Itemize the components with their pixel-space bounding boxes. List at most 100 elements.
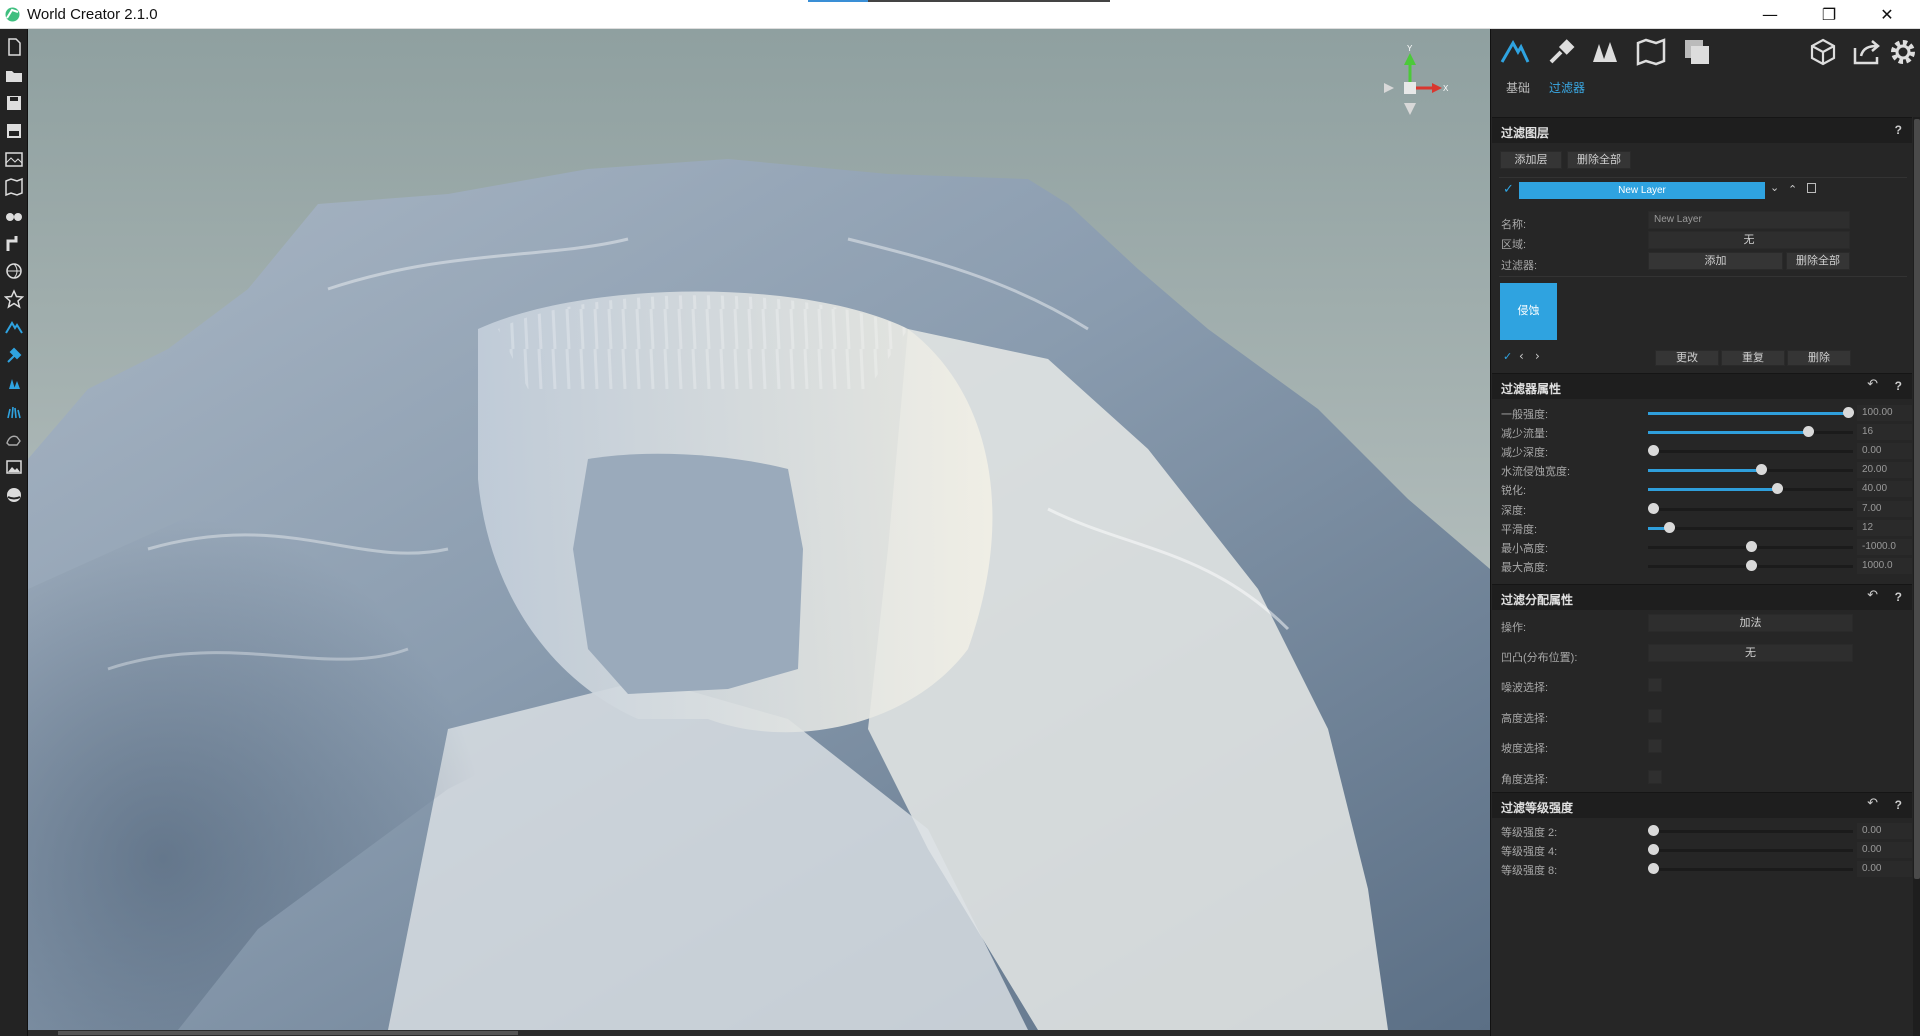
new-file-icon[interactable] xyxy=(4,37,24,57)
distribution-checkbox[interactable] xyxy=(1648,739,1662,753)
slider-knob[interactable] xyxy=(1648,863,1659,874)
vegetation-icon[interactable] xyxy=(4,373,24,393)
export-icon[interactable] xyxy=(1851,36,1883,68)
filter-property-2-value-field[interactable]: 0.00 xyxy=(1857,443,1912,460)
delete-layer-trash-icon[interactable] xyxy=(1807,183,1816,193)
layer-item-new-layer[interactable]: New Layer xyxy=(1519,182,1765,199)
filter-property-8-value-field[interactable]: 1000.0 xyxy=(1857,557,1912,574)
delete-all-filters-button[interactable]: 删除全部 xyxy=(1786,252,1850,270)
level-strength-0-value-field[interactable]: 0.00 xyxy=(1857,823,1912,839)
help-icon[interactable]: ? xyxy=(1895,123,1902,137)
level-strength-2-slider[interactable] xyxy=(1648,863,1853,875)
filter-property-3-slider[interactable] xyxy=(1648,464,1853,476)
filter-property-5-slider[interactable] xyxy=(1648,502,1853,515)
tab-basic[interactable]: 基础 xyxy=(1506,79,1530,96)
panel-scrollbar-thumb[interactable] xyxy=(1914,119,1920,879)
region-dropdown[interactable]: 无 xyxy=(1648,231,1850,249)
add-filter-button[interactable]: 添加 xyxy=(1648,252,1783,270)
slider-knob[interactable] xyxy=(1648,825,1659,836)
slider-knob[interactable] xyxy=(1746,559,1757,571)
level-strength-1-slider[interactable] xyxy=(1648,844,1853,856)
axis-gizmo[interactable]: Y X xyxy=(1380,43,1450,123)
binoculars-icon[interactable] xyxy=(4,205,24,225)
slider-knob[interactable] xyxy=(1803,426,1814,438)
level-strength-1-value-field[interactable]: 0.00 xyxy=(1857,842,1912,858)
distribution-checkbox[interactable] xyxy=(1648,678,1662,692)
save-icon[interactable] xyxy=(4,93,24,113)
map-icon[interactable] xyxy=(4,177,24,197)
globe-icon[interactable] xyxy=(4,261,24,281)
grass-icon[interactable] xyxy=(4,401,24,421)
slider-knob[interactable] xyxy=(1648,502,1659,514)
level-strength-2-value-field[interactable]: 0.00 xyxy=(1857,861,1912,877)
import-terrain-icon[interactable] xyxy=(4,149,24,169)
image-icon[interactable] xyxy=(4,457,24,477)
forest-icon[interactable] xyxy=(1589,36,1621,68)
add-layer-button[interactable]: 添加层 xyxy=(1500,151,1562,169)
filter-property-1-value-field[interactable]: 16 xyxy=(1857,424,1912,441)
slider-knob[interactable] xyxy=(1843,407,1854,418)
terrain-mode-icon[interactable] xyxy=(1499,36,1531,68)
filter-property-4-slider[interactable] xyxy=(1648,483,1853,495)
slider-knob[interactable] xyxy=(1772,483,1783,495)
delete-filter-button[interactable]: 删除 xyxy=(1787,350,1851,366)
filter-property-1-slider[interactable] xyxy=(1648,426,1853,438)
maximize-button[interactable]: ❐ xyxy=(1806,0,1852,29)
distribution-checkbox[interactable] xyxy=(1648,769,1662,784)
tab-filter[interactable]: 过滤器 xyxy=(1549,79,1585,96)
hammer-tool-icon[interactable] xyxy=(4,345,24,365)
minimize-button[interactable]: — xyxy=(1747,0,1793,29)
move-down-chevron-icon[interactable]: ⌄ xyxy=(1770,181,1779,194)
terrain-viewport[interactable]: Y X xyxy=(28,29,1490,1030)
cube-icon[interactable] xyxy=(1807,36,1839,68)
viewport-scrollbar[interactable] xyxy=(28,1030,1490,1036)
close-button[interactable]: ✕ xyxy=(1864,0,1910,29)
slider-knob[interactable] xyxy=(1756,464,1767,476)
reset-undo-icon[interactable]: ↶ xyxy=(1867,588,1878,603)
help-icon[interactable]: ? xyxy=(1895,798,1902,812)
slider-knob[interactable] xyxy=(1648,445,1659,457)
save-as-icon[interactable] xyxy=(4,121,24,141)
layers-icon[interactable] xyxy=(1681,36,1713,68)
layer-visible-checkmark-icon[interactable]: ✓ xyxy=(1503,182,1514,197)
map-mode-icon[interactable] xyxy=(1635,36,1667,68)
settings-gear-icon[interactable] xyxy=(1887,36,1919,68)
filter-property-4-value-field[interactable]: 40.00 xyxy=(1857,481,1912,498)
slider-knob[interactable] xyxy=(1664,521,1675,533)
slider-knob[interactable] xyxy=(1648,844,1659,855)
help-icon[interactable]: ? xyxy=(1895,590,1902,604)
brush-tool-icon[interactable] xyxy=(1545,36,1577,68)
filter-property-7-value-field[interactable]: -1000.0 xyxy=(1857,538,1912,555)
filter-property-0-value-field[interactable]: 100.00 xyxy=(1857,405,1912,421)
terrain-tool-icon[interactable] xyxy=(4,317,24,337)
open-folder-icon[interactable] xyxy=(4,65,24,85)
sphere-icon[interactable] xyxy=(4,485,24,505)
previous-filter-icon[interactable]: ‹ xyxy=(1519,349,1524,363)
help-icon[interactable]: ? xyxy=(1895,379,1902,393)
distribution-checkbox[interactable] xyxy=(1648,708,1662,723)
filter-property-7-slider[interactable] xyxy=(1648,540,1853,553)
move-up-chevron-icon[interactable]: ⌃ xyxy=(1788,183,1797,196)
viewport-scroll-thumb[interactable] xyxy=(58,1031,518,1035)
change-filter-button[interactable]: 更改 xyxy=(1655,350,1719,366)
slider-knob[interactable] xyxy=(1746,540,1757,552)
reset-undo-icon[interactable]: ↶ xyxy=(1867,377,1878,392)
filter-property-2-slider[interactable] xyxy=(1648,445,1853,457)
filter-properties-header[interactable]: 过滤器属性 ↶ ? xyxy=(1492,373,1912,399)
animal-icon[interactable] xyxy=(4,429,24,449)
reset-undo-icon[interactable]: ↶ xyxy=(1867,796,1878,811)
next-filter-icon[interactable]: › xyxy=(1535,349,1540,363)
distribution-properties-header[interactable]: 过滤分配属性 ↶ ? xyxy=(1492,584,1912,610)
delete-all-layers-button[interactable]: 删除全部 xyxy=(1567,151,1631,169)
repeat-filter-button[interactable]: 重复 xyxy=(1721,350,1785,366)
filter-property-8-slider[interactable] xyxy=(1648,559,1853,572)
filter-layers-header[interactable]: 过滤图层 ? xyxy=(1492,117,1912,143)
filter-property-6-value-field[interactable]: 12 xyxy=(1857,519,1912,536)
star-shape-icon[interactable] xyxy=(4,289,24,309)
filter-property-6-slider[interactable] xyxy=(1648,521,1853,534)
filter-property-0-slider[interactable] xyxy=(1648,407,1854,419)
bump-distribution-dropdown[interactable]: 无 xyxy=(1648,644,1853,662)
erosion-filter-tile[interactable]: 侵蚀 xyxy=(1500,283,1557,340)
layer-name-input[interactable]: New Layer xyxy=(1648,211,1850,229)
operation-dropdown[interactable]: 加法 xyxy=(1648,614,1853,632)
